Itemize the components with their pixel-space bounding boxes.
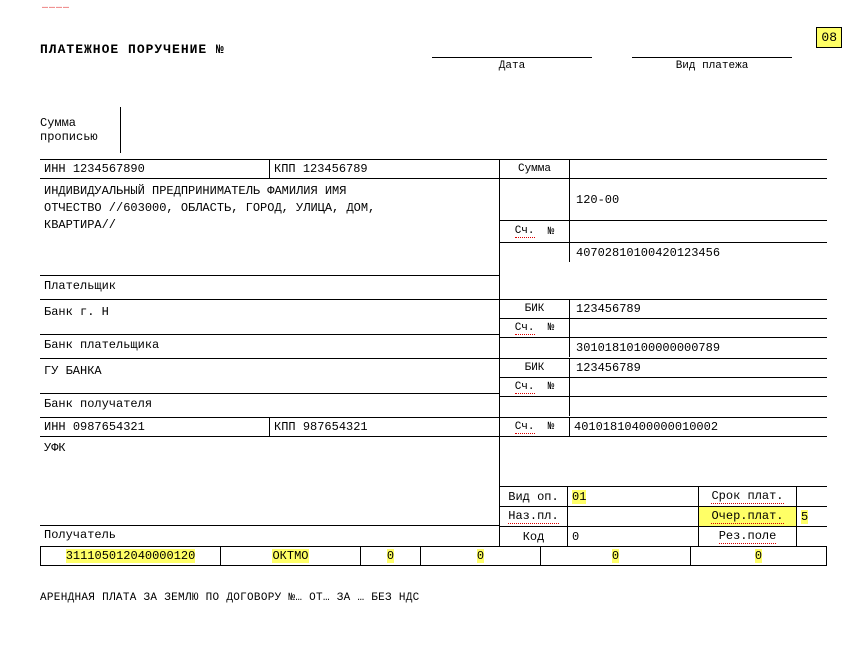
sum-words-label-2: прописью bbox=[40, 130, 120, 144]
recipient-inn: 0987654321 bbox=[73, 420, 145, 434]
sum-in-words-row: Сумма прописью bbox=[40, 107, 827, 153]
form-code-08: 08 bbox=[816, 27, 842, 48]
budget-code-strip: 311105012040000120 ОКТМО 0 0 0 0 bbox=[40, 546, 827, 566]
payer-bank-acct-label: Сч. № bbox=[500, 319, 570, 337]
payment-type-field: Вид платежа bbox=[632, 44, 792, 72]
kod-label: Код bbox=[500, 527, 568, 546]
vid-op-label: Вид оп. bbox=[500, 487, 568, 506]
payer-label: Плательщик bbox=[40, 275, 499, 295]
ocher-plat-label: Очер.плат. bbox=[699, 507, 797, 526]
payer-inn: 1234567890 bbox=[73, 162, 145, 176]
payer-bank-acct-value: 30101810100000000789 bbox=[570, 338, 827, 357]
strip-v6: 0 bbox=[755, 549, 762, 563]
recipient-bik-label: БИК bbox=[500, 359, 570, 377]
sum-words-label-1: Сумма bbox=[40, 116, 120, 130]
payer-bank-name: Банк г. Н bbox=[44, 304, 495, 321]
vid-op-value: 01 bbox=[572, 490, 586, 504]
payment-order-document: ………… 08 ПЛАТЕЖНОЕ ПОРУЧЕНИЕ № Дата Вид п… bbox=[0, 0, 867, 650]
recipient-label: Получатель bbox=[40, 525, 499, 542]
payer-bank-label: Банк плательщика bbox=[40, 334, 499, 354]
date-field: Дата bbox=[432, 44, 592, 72]
ocher-plat-value: 5 bbox=[801, 510, 808, 524]
payer-desc-l3: КВАРТИРА// bbox=[44, 217, 495, 234]
recipient-kpp: 987654321 bbox=[303, 420, 368, 434]
sum-label-cell: Сумма bbox=[500, 160, 570, 178]
strip-v3: 0 bbox=[387, 549, 394, 563]
recipient-bank-acct-label: Сч. № bbox=[500, 378, 570, 396]
sum-value-cell bbox=[570, 160, 827, 178]
recipient-acct-value: 40101810400000010002 bbox=[570, 418, 827, 436]
date-label: Дата bbox=[499, 60, 525, 72]
payer-inn-cell: ИНН 1234567890 bbox=[40, 160, 270, 178]
document-title: ПЛАТЕЖНОЕ ПОРУЧЕНИЕ № bbox=[40, 42, 225, 57]
payment-purpose: АРЕНДНАЯ ПЛАТА ЗА ЗЕМЛЮ ПО ДОГОВОРУ №… О… bbox=[40, 592, 827, 604]
payer-bik-label: БИК bbox=[500, 300, 570, 318]
recipient-bank-acct-top bbox=[570, 397, 827, 416]
oktmo-label: ОКТМО bbox=[272, 549, 308, 563]
payer-acct-label: Сч. № bbox=[500, 221, 570, 242]
recipient-name: УФК bbox=[44, 441, 66, 455]
inn-label: ИНН bbox=[44, 162, 66, 176]
payer-desc-l1: ИНДИВИДУАЛЬНЫЙ ПРЕДПРИНИМАТЕЛЬ ФАМИЛИЯ И… bbox=[44, 183, 495, 200]
srok-plat-label: Срок плат. bbox=[699, 487, 797, 506]
kod-value: 0 bbox=[568, 527, 699, 546]
payer-bik-value: 123456789 bbox=[570, 300, 827, 318]
sum-value: 120-00 bbox=[570, 179, 827, 220]
header-lines: Дата Вид платежа bbox=[432, 44, 792, 72]
table-area: ИНН 1234567890 КПП 123456789 Сумма ИНДИВ… bbox=[40, 159, 827, 566]
strip-v4: 0 bbox=[477, 549, 484, 563]
recipient-bank-name: ГУ БАНКА bbox=[44, 363, 495, 380]
payer-acct-value: 40702810100420123456 bbox=[570, 243, 827, 262]
naz-pl-label: Наз.пл. bbox=[500, 507, 568, 526]
kbk-code: 311105012040000120 bbox=[66, 549, 196, 563]
recipient-bik-value: 123456789 bbox=[570, 359, 827, 377]
payer-kpp: 123456789 bbox=[303, 162, 368, 176]
top-red-marker: ………… bbox=[42, 1, 70, 12]
rez-pole-label: Рез.поле bbox=[699, 527, 797, 546]
recipient-kpp-cell: КПП 987654321 bbox=[270, 418, 500, 436]
recipient-inn-cell: ИНН 0987654321 bbox=[40, 418, 270, 436]
recipient-acct-label: Сч. № bbox=[500, 418, 570, 436]
payer-kpp-cell: КПП 123456789 bbox=[270, 160, 500, 178]
payment-type-label: Вид платежа bbox=[676, 60, 749, 72]
payer-desc-l2: ОТЧЕСТВО //603000, ОБЛАСТЬ, ГОРОД, УЛИЦА… bbox=[44, 200, 495, 217]
strip-v5: 0 bbox=[612, 549, 619, 563]
kpp-label: КПП bbox=[274, 162, 296, 176]
recipient-bank-label: Банк получателя bbox=[40, 393, 499, 413]
